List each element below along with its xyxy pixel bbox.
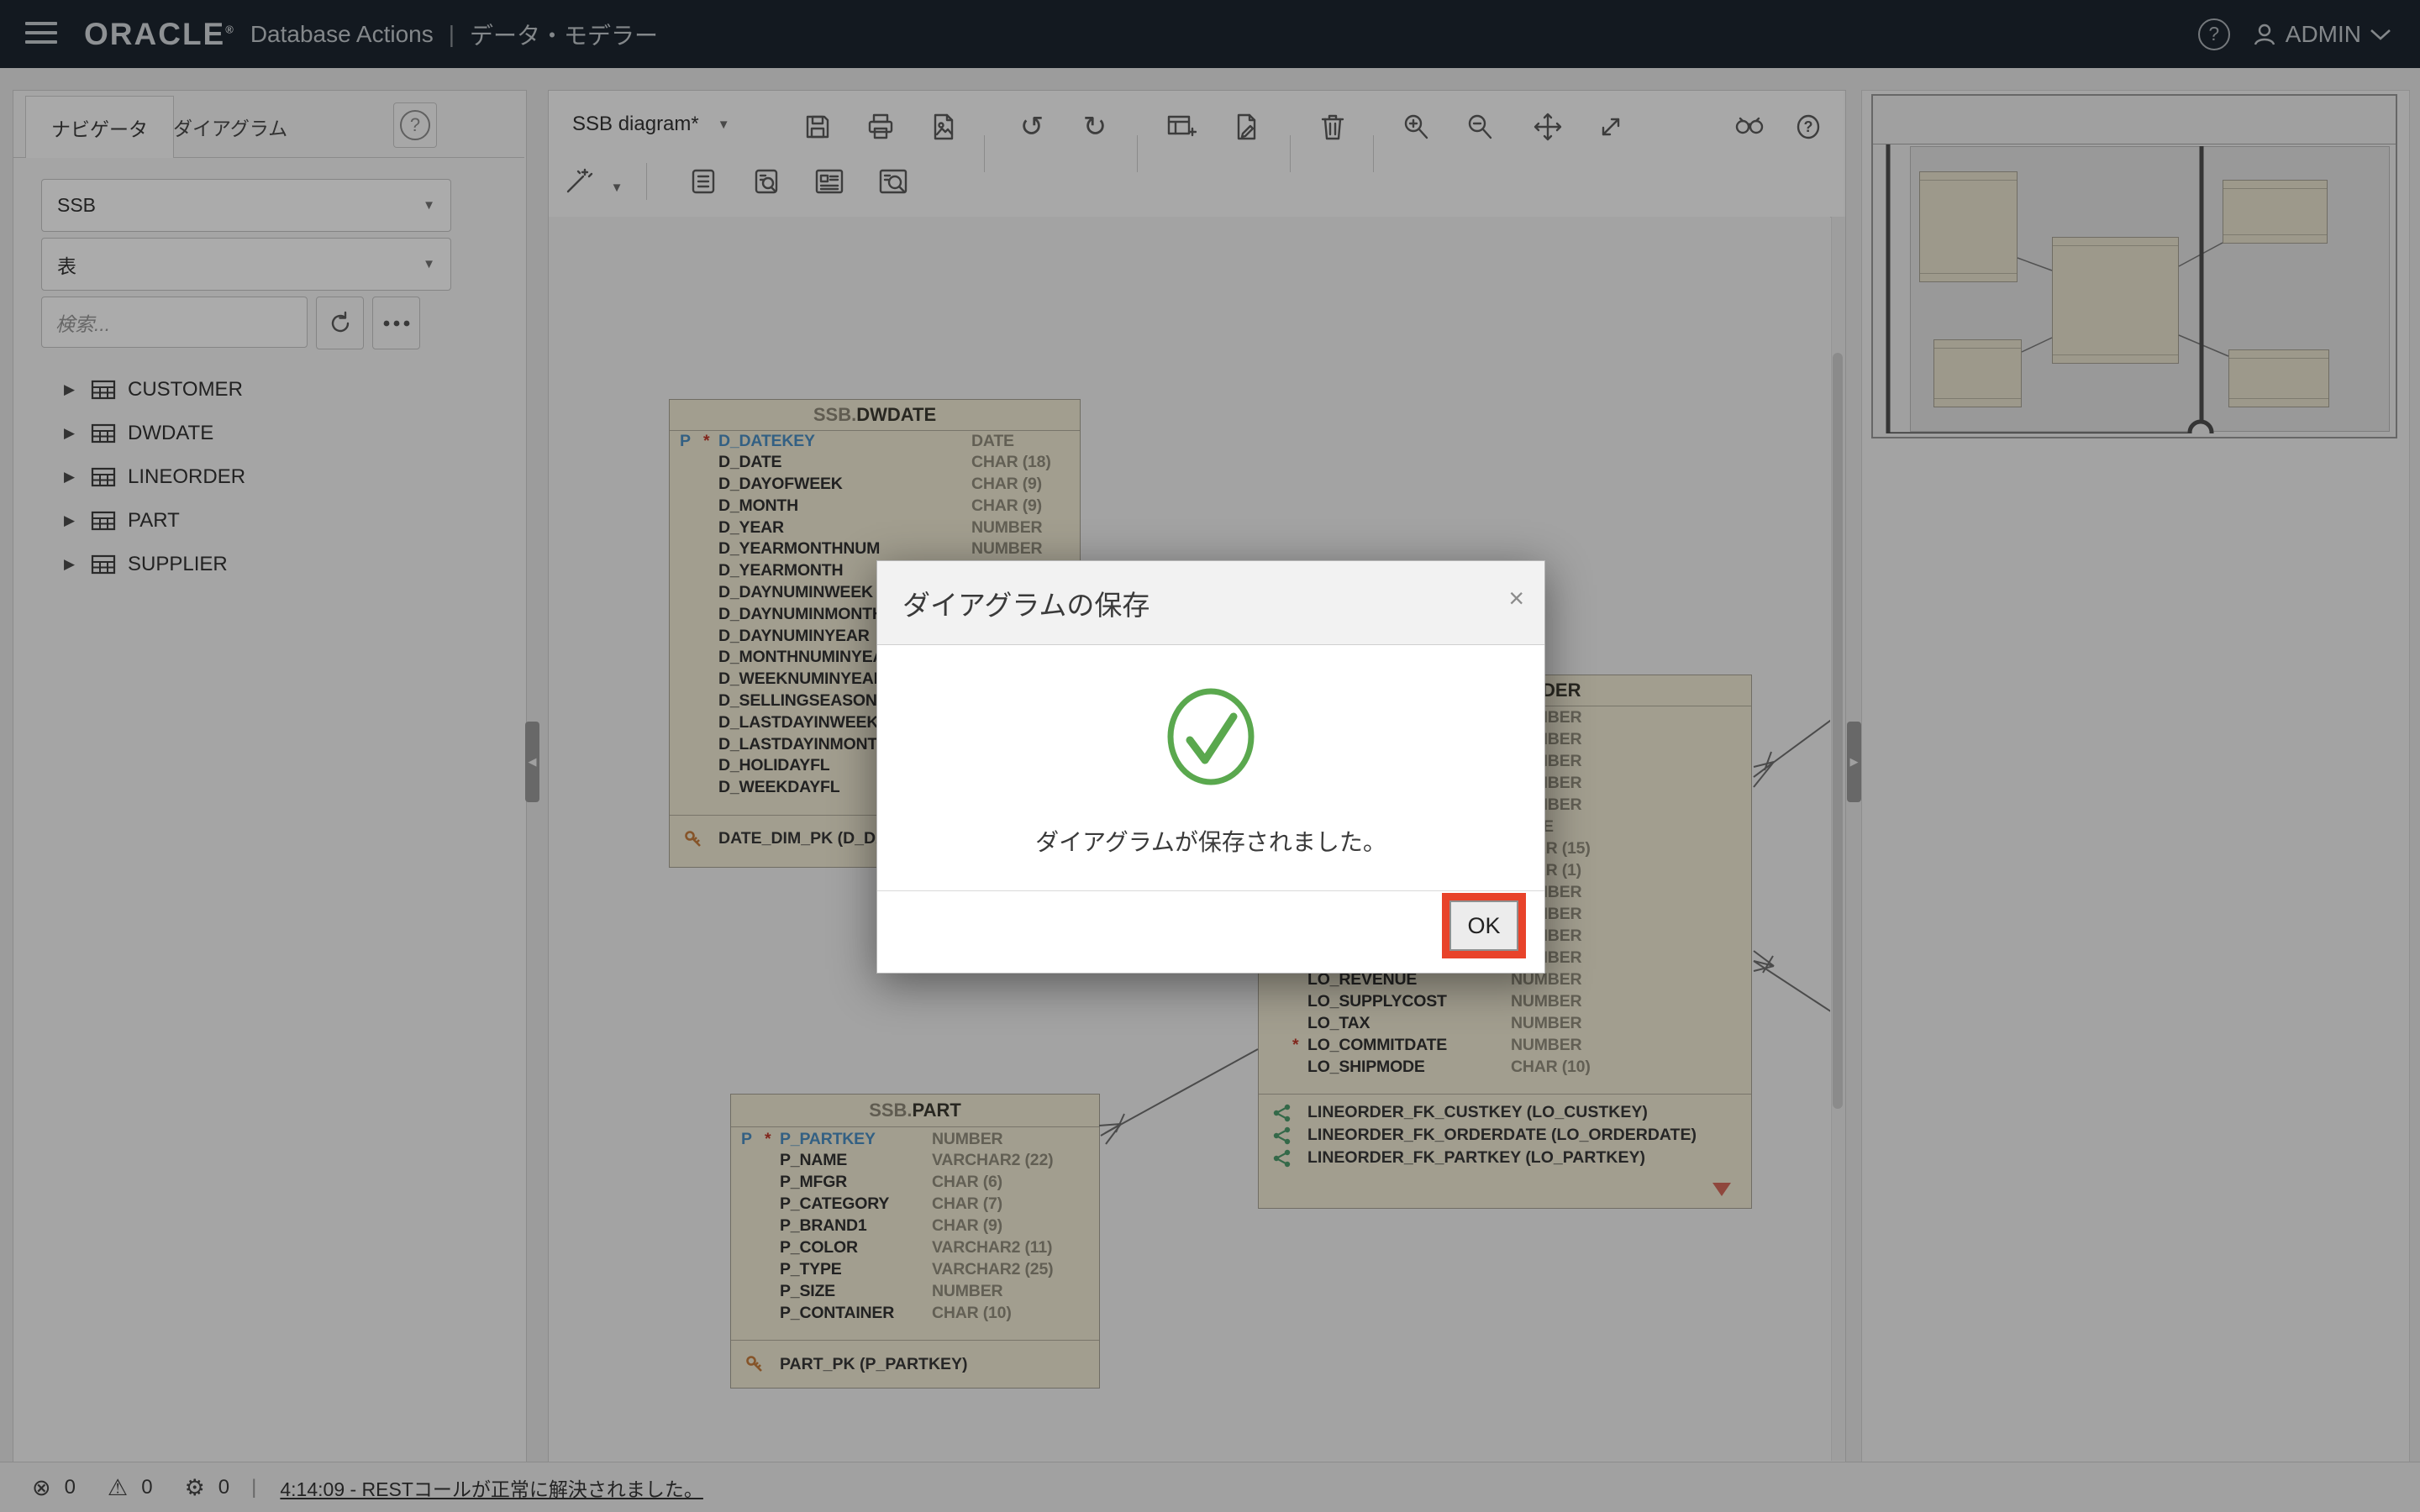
dialog-body: ダイアグラムが保存されました。: [877, 646, 1544, 890]
dialog-message: ダイアグラムが保存されました。: [877, 824, 1544, 858]
success-check-icon: [1165, 686, 1257, 787]
click-highlight-frame: OK: [1442, 893, 1526, 958]
close-icon[interactable]: ×: [1508, 585, 1524, 612]
ok-button[interactable]: OK: [1449, 900, 1518, 951]
dialog-title: ダイアグラムの保存: [877, 561, 1544, 645]
data-modeler-app: ORACLE® Database Actions | データ・モデラー ? AD…: [0, 0, 2420, 1512]
